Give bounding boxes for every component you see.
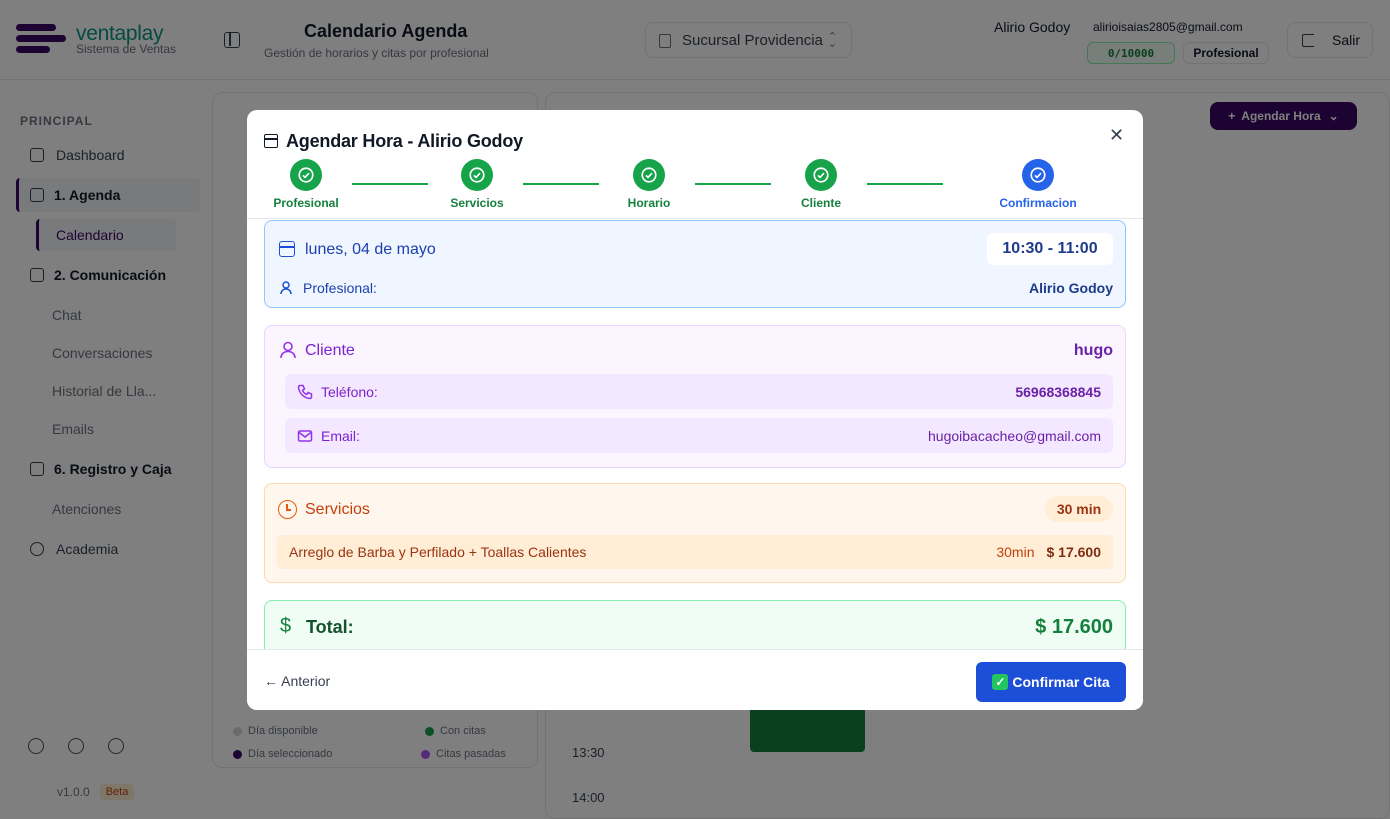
client-card: Cliente hugo Teléfono: 56968368845 Email… <box>264 325 1126 468</box>
client-email-row: Email: hugoibacacheo@gmail.com <box>285 418 1113 453</box>
check-circle-icon <box>461 159 493 191</box>
step-label: Servicios <box>450 196 504 210</box>
service-name: Arreglo de Barba y Perfilado + Toallas C… <box>289 544 587 560</box>
service-duration: 30min <box>996 544 1035 560</box>
modal-body[interactable]: lunes, 04 de mayo 10:30 - 11:00 Profesio… <box>247 219 1143 649</box>
mail-icon <box>297 430 313 442</box>
service-item: Arreglo de Barba y Perfilado + Toallas C… <box>277 535 1113 569</box>
step-label: Confirmacion <box>999 196 1077 210</box>
check-mark-icon: ✓ <box>992 674 1009 690</box>
email-value: hugoibacacheo@gmail.com <box>928 427 1101 444</box>
total-duration-badge: 30 min <box>1045 496 1113 522</box>
calendar-icon <box>279 241 295 257</box>
client-section-title: Cliente <box>305 342 355 359</box>
client-phone-row: Teléfono: 56968368845 <box>285 374 1113 409</box>
appointment-time: 10:30 - 11:00 <box>987 233 1113 265</box>
step-cliente: Cliente <box>761 159 881 210</box>
check-circle-icon <box>633 159 665 191</box>
step-servicios: Servicios <box>417 159 537 210</box>
total-card: $ Total: $ 17.600 <box>264 600 1126 649</box>
appointment-date: lunes, 04 de mayo <box>305 241 436 258</box>
phone-icon <box>297 384 313 400</box>
step-profesional: Profesional <box>247 159 366 210</box>
booking-modal: Agendar Hora - Alirio Godoy ✕ Profesiona… <box>247 110 1143 710</box>
step-connector <box>867 183 943 185</box>
phone-label: Teléfono: <box>321 383 378 400</box>
user-icon <box>280 281 292 295</box>
total-label: Total: <box>306 617 354 637</box>
step-label: Cliente <box>800 196 841 210</box>
calendar-icon <box>264 134 278 148</box>
step-confirmacion: Confirmacion <box>978 159 1098 210</box>
datetime-card: lunes, 04 de mayo 10:30 - 11:00 Profesio… <box>264 220 1126 308</box>
step-connector <box>523 183 599 185</box>
check-circle-icon <box>290 159 322 191</box>
service-price: $ 17.600 <box>1046 544 1102 560</box>
confirm-label: Confirmar Cita <box>1012 674 1110 690</box>
services-section-title: Servicios <box>305 501 370 518</box>
clock-icon <box>278 500 297 519</box>
step-label: Horario <box>627 196 671 210</box>
modal-title: Agendar Hora - Alirio Godoy <box>286 131 523 151</box>
check-circle-icon <box>805 159 837 191</box>
confirm-appointment-button[interactable]: ✓ Confirmar Cita <box>976 662 1126 702</box>
modal-footer: ← Anterior ✓ Confirmar Cita <box>247 649 1143 710</box>
check-circle-icon <box>1022 159 1054 191</box>
services-card: Servicios 30 min Arreglo de Barba y Perf… <box>264 483 1126 583</box>
step-connector <box>695 183 771 185</box>
total-value: $ 17.600 <box>1035 616 1113 638</box>
step-horario: Horario <box>589 159 709 210</box>
phone-value: 56968368845 <box>1015 383 1101 400</box>
user-icon <box>280 341 296 359</box>
close-icon[interactable]: ✕ <box>1109 126 1124 144</box>
professional-label: Profesional: <box>303 280 377 296</box>
dollar-icon: $ <box>280 615 292 637</box>
professional-name: Alirio Godoy <box>1029 280 1113 296</box>
client-name: hugo <box>1073 342 1113 359</box>
email-label: Email: <box>321 427 360 444</box>
previous-button[interactable]: ← Anterior <box>264 673 330 689</box>
step-label: Profesional <box>273 196 339 210</box>
